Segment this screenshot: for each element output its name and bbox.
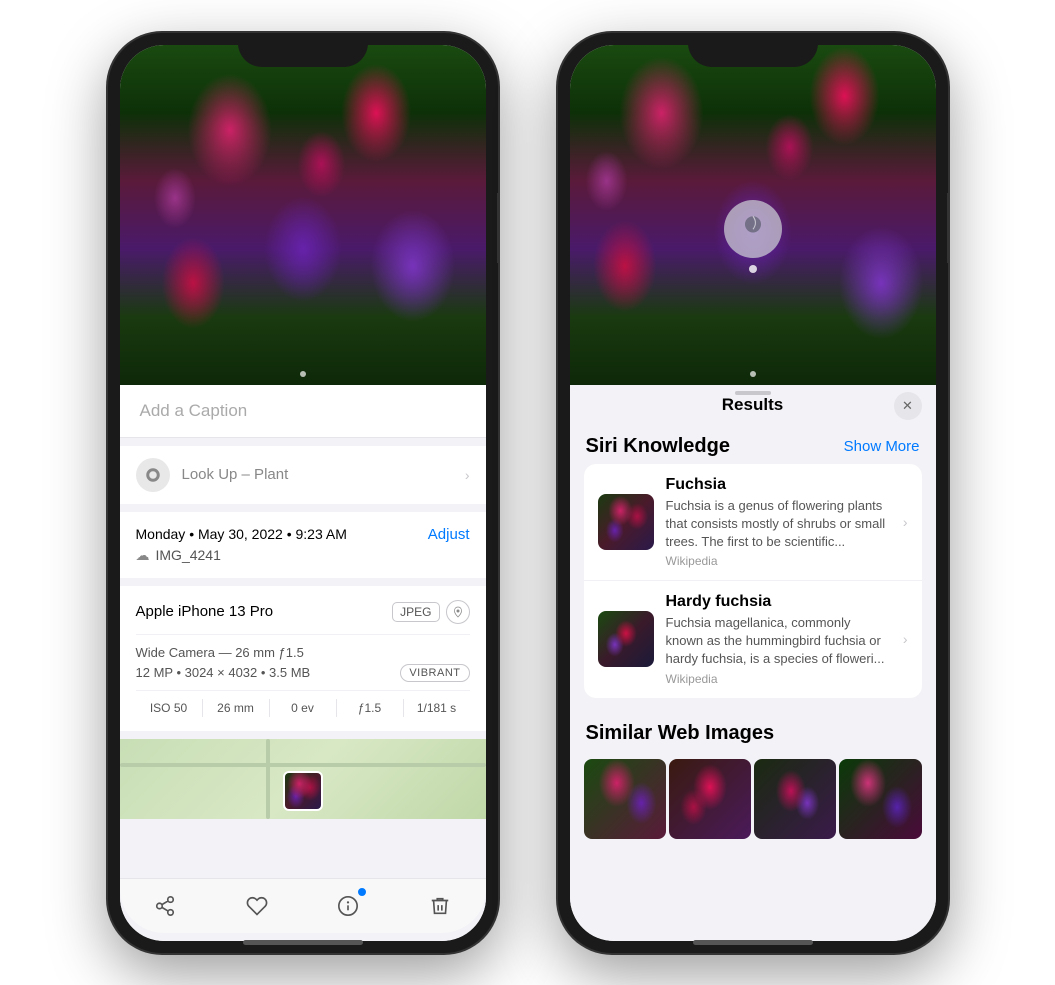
delete-button[interactable] [418,884,462,928]
spec-line-1: Wide Camera — 26 mm ƒ1.5 [136,645,470,660]
fuchsia-thumbnail [598,494,654,550]
hardy-name: Hardy fuchsia [666,593,891,611]
date-row: Monday • May 30, 2022 • 9:23 AM Adjust [136,526,470,543]
left-screen: Add a Caption Look Up – Plant › [120,45,486,941]
home-bar [243,940,363,945]
spec-text-1: Wide Camera — 26 mm ƒ1.5 [136,645,304,660]
lookup-type: Plant [250,466,288,483]
exif-shutter: 1/181 s [404,699,470,717]
toolbar [120,878,486,933]
knowledge-card: Fuchsia Fuchsia is a genus of flowering … [584,464,922,698]
close-button[interactable]: ✕ [894,392,922,420]
similar-img-2[interactable] [669,759,751,839]
fuchsia-content: Fuchsia Fuchsia is a genus of flowering … [666,476,891,569]
map-road-h [120,763,486,767]
page-indicator [300,371,306,377]
similar-title: Similar Web Images [586,722,775,745]
visual-lookup-button[interactable] [724,200,782,258]
hardy-source: Wikipedia [666,672,891,686]
like-button[interactable] [235,884,279,928]
left-phone: Add a Caption Look Up – Plant › [108,33,498,953]
map-thumb-image [285,773,321,809]
lookup-icon [136,458,170,492]
similar-header: Similar Web Images [570,714,936,751]
hardy-content: Hardy fuchsia Fuchsia magellanica, commo… [666,593,891,686]
lookup-row[interactable]: Look Up – Plant › [120,446,486,504]
adjust-button[interactable]: Adjust [428,526,470,543]
fuchsia-source: Wikipedia [666,554,891,568]
share-button[interactable] [143,884,187,928]
similar-img-4[interactable] [839,759,921,839]
similar-images-row [570,759,936,839]
hardy-desc: Fuchsia magellanica, commonly known as t… [666,614,891,669]
meta-section: Monday • May 30, 2022 • 9:23 AM Adjust ☁… [120,512,486,578]
similar-img-1[interactable] [584,759,666,839]
siri-leaf-icon [740,213,766,245]
photo-area-left[interactable] [120,45,486,385]
siri-knowledge-header: Siri Knowledge Show More [570,427,936,464]
filename: IMG_4241 [156,547,221,563]
info-badge [356,886,368,898]
format-badge: JPEG [392,602,439,622]
photo-date: Monday • May 30, 2022 • 9:23 AM [136,526,347,542]
show-more-button[interactable]: Show More [844,438,920,455]
results-panel: Results ✕ Siri Knowledge Show More [570,385,936,941]
knowledge-item-fuchsia[interactable]: Fuchsia Fuchsia is a genus of flowering … [584,464,922,582]
main-container: Add a Caption Look Up – Plant › [0,0,1055,985]
right-screen: Results ✕ Siri Knowledge Show More [570,45,936,941]
fuchsia-desc: Fuchsia is a genus of flowering plants t… [666,497,891,552]
map-area[interactable] [120,739,486,819]
close-label: ✕ [902,398,913,414]
filename-row: ☁ IMG_4241 [136,547,470,564]
location-icon [446,600,470,624]
cloud-icon: ☁ [136,547,150,564]
lookup-chevron: › [465,467,470,483]
flower-image-left [120,45,486,385]
info-button[interactable] [326,884,370,928]
info-area: Add a Caption Look Up – Plant › [120,385,486,941]
hardy-thumbnail [598,611,654,667]
lookup-prefix: Look Up – [182,466,250,483]
device-name: Apple iPhone 13 Pro [136,603,274,620]
fuchsia-name: Fuchsia [666,476,891,494]
drag-handle [735,391,771,395]
home-bar-right [693,940,813,945]
knowledge-item-hardy[interactable]: Hardy fuchsia Fuchsia magellanica, commo… [584,581,922,698]
exif-ev: 0 ev [270,699,337,717]
similar-section: Similar Web Images [570,714,936,839]
device-section: Apple iPhone 13 Pro JPEG Wide Camera — 2… [120,586,486,731]
caption-area[interactable]: Add a Caption [120,385,486,438]
page-indicator-right [750,371,756,377]
right-phone: Results ✕ Siri Knowledge Show More [558,33,948,953]
fuchsia-chevron: › [903,514,908,530]
device-badges: JPEG [392,600,469,624]
camera-specs: Wide Camera — 26 mm ƒ1.5 12 MP • 3024 × … [136,635,470,682]
siri-dot [749,265,757,273]
vibrant-badge: VIBRANT [400,664,469,682]
map-thumbnail [283,771,323,811]
spec-text-2: 12 MP • 3024 × 4032 • 3.5 MB [136,665,311,680]
similar-img-3[interactable] [754,759,836,839]
spec-line-2: 12 MP • 3024 × 4032 • 3.5 MB VIBRANT [136,664,470,682]
caption-placeholder[interactable]: Add a Caption [140,401,248,420]
siri-knowledge-title: Siri Knowledge [586,435,730,458]
lookup-label: Look Up – Plant [182,466,289,483]
results-title: Results [722,395,783,415]
exif-mm: 26 mm [203,699,270,717]
exif-iso: ISO 50 [136,699,203,717]
device-row: Apple iPhone 13 Pro JPEG [136,600,470,635]
results-header: Results ✕ [570,385,936,427]
hardy-chevron: › [903,631,908,647]
exif-aperture: ƒ1.5 [337,699,404,717]
fuchsia-thumb-image [598,494,654,550]
photo-area-right[interactable] [570,45,936,385]
exif-row: ISO 50 26 mm 0 ev ƒ1.5 1/181 s [136,690,470,717]
map-road-v [266,739,270,819]
hardy-thumb-image [598,611,654,667]
